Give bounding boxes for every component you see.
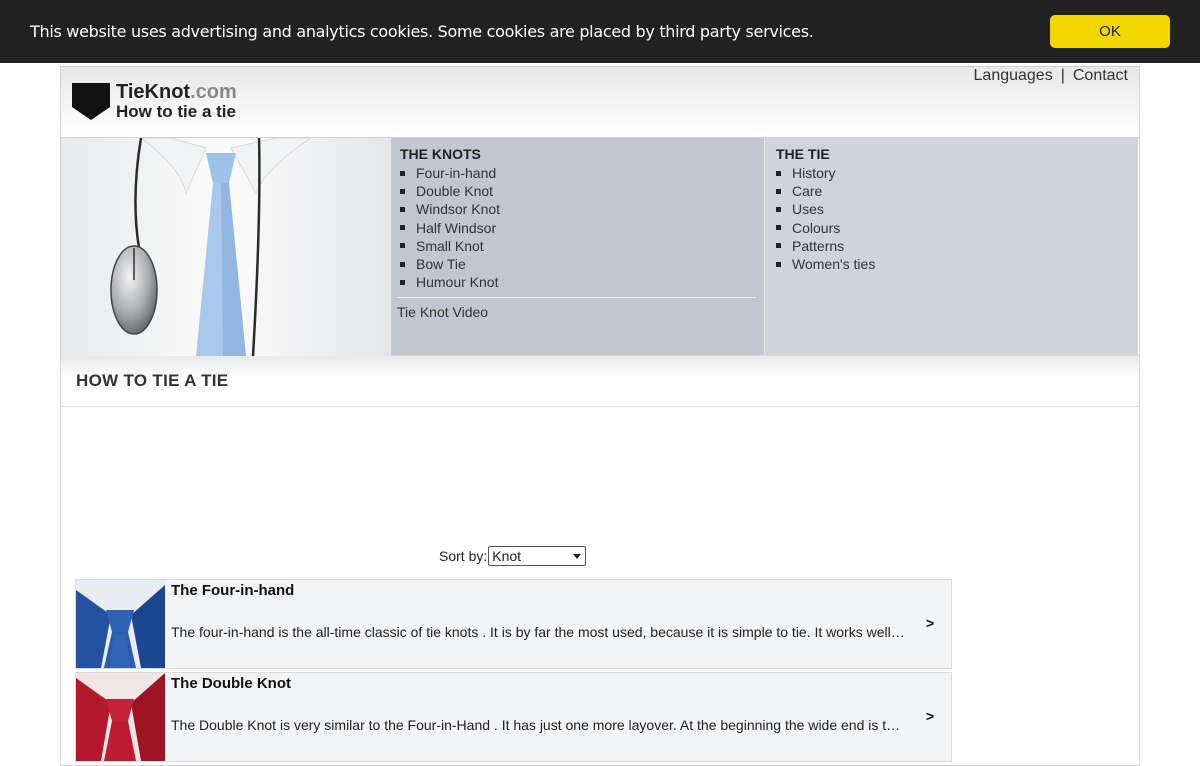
knots-item[interactable]: Double Knot xyxy=(400,182,756,200)
card-description: The four-in-hand is the all-time classic… xyxy=(171,624,906,640)
square-bullet-icon xyxy=(776,206,781,212)
contact-link[interactable]: Contact xyxy=(1073,67,1128,84)
chevron-down-icon xyxy=(573,553,582,559)
square-bullet-icon xyxy=(400,170,405,176)
tie-item[interactable]: Patterns xyxy=(776,237,1130,255)
knots-item[interactable]: Four-in-hand xyxy=(400,164,756,182)
site-header: TieKnot.com How to tie a tie Languages | C… xyxy=(61,66,1139,137)
knots-menu-title: THE KNOTS xyxy=(400,146,481,162)
square-bullet-icon xyxy=(776,261,781,267)
sort-label: Sort by: xyxy=(439,548,488,564)
knot-card-four-in-hand[interactable]: The Four-in-hand The four-in-hand is the… xyxy=(75,579,952,669)
nav-band: THE KNOTS Four-in-hand Double Knot Winds… xyxy=(61,137,1139,356)
knots-item[interactable]: Half Windsor xyxy=(400,219,756,237)
site-logo[interactable]: TieKnot.com How to tie a tie xyxy=(72,82,237,120)
logo-tagline: How to tie a tie xyxy=(116,102,236,121)
card-description: The Double Knot is very similar to the F… xyxy=(171,717,906,733)
square-bullet-icon xyxy=(400,261,405,267)
knots-list: Four-in-hand Double Knot Windsor Knot Ha… xyxy=(400,164,756,291)
sort-select[interactable]: Knot xyxy=(488,546,587,566)
tie-item[interactable]: Care xyxy=(776,182,1130,200)
tie-knot-video-link[interactable]: Tie Knot Video xyxy=(397,304,488,320)
tie-shield-icon xyxy=(72,82,110,120)
divider xyxy=(397,297,756,299)
cookie-ok-button[interactable]: OK xyxy=(1050,15,1170,48)
square-bullet-icon xyxy=(776,225,781,231)
knot-thumbnail xyxy=(76,673,165,761)
knots-item[interactable]: Small Knot xyxy=(400,237,756,255)
tie-item[interactable]: Women's ties xyxy=(776,255,1130,273)
tie-item[interactable]: Uses xyxy=(776,200,1130,218)
knots-item[interactable]: Bow Tie xyxy=(400,255,756,273)
knots-item[interactable]: Windsor Knot xyxy=(400,200,756,218)
card-body: The Double Knot The Double Knot is very … xyxy=(165,673,951,761)
cookie-message: This website uses advertising and analyt… xyxy=(30,22,814,41)
tie-item[interactable]: Colours xyxy=(776,219,1130,237)
square-bullet-icon xyxy=(400,206,405,212)
knots-item[interactable]: Humour Knot xyxy=(400,273,756,291)
page-title: HOW TO TIE A TIE xyxy=(76,371,229,390)
logo-name: TieKnot.com xyxy=(116,81,237,103)
tie-menu: THE TIE History Care Uses Colours Patter… xyxy=(765,138,1138,355)
sort-selected-value: Knot xyxy=(492,548,522,564)
knot-card-double-knot[interactable]: The Double Knot The Double Knot is very … xyxy=(75,672,952,762)
page-container: TieKnot.com How to tie a tie Languages | C… xyxy=(60,66,1140,766)
top-links: Languages | Contact xyxy=(974,67,1128,85)
square-bullet-icon xyxy=(400,279,405,285)
logo-text: TieKnot.com How to tie a tie xyxy=(116,82,237,120)
square-bullet-icon xyxy=(400,188,405,194)
sort-control: Sort by: Knot xyxy=(439,546,587,566)
card-title[interactable]: The Four-in-hand xyxy=(171,582,951,599)
tie-list: History Care Uses Colours Patterns Women… xyxy=(776,164,1130,273)
square-bullet-icon xyxy=(776,170,781,176)
tie-menu-title: THE TIE xyxy=(776,146,830,162)
card-arrow-icon[interactable]: > xyxy=(926,708,934,724)
square-bullet-icon xyxy=(400,225,405,231)
square-bullet-icon xyxy=(400,243,405,249)
section-heading: HOW TO TIE A TIE xyxy=(61,355,1139,407)
tie-item[interactable]: History xyxy=(776,164,1130,182)
card-title[interactable]: The Double Knot xyxy=(171,675,951,692)
square-bullet-icon xyxy=(776,188,781,194)
card-body: The Four-in-hand The four-in-hand is the… xyxy=(165,580,951,668)
languages-link[interactable]: Languages xyxy=(974,67,1053,84)
card-arrow-icon[interactable]: > xyxy=(926,615,934,631)
link-separator: | xyxy=(1060,67,1065,84)
knots-menu: THE KNOTS Four-in-hand Double Knot Winds… xyxy=(392,138,765,355)
knot-thumbnail xyxy=(76,580,165,668)
square-bullet-icon xyxy=(776,243,781,249)
cookie-banner: This website uses advertising and analyt… xyxy=(0,0,1200,63)
hero-image xyxy=(61,138,392,356)
